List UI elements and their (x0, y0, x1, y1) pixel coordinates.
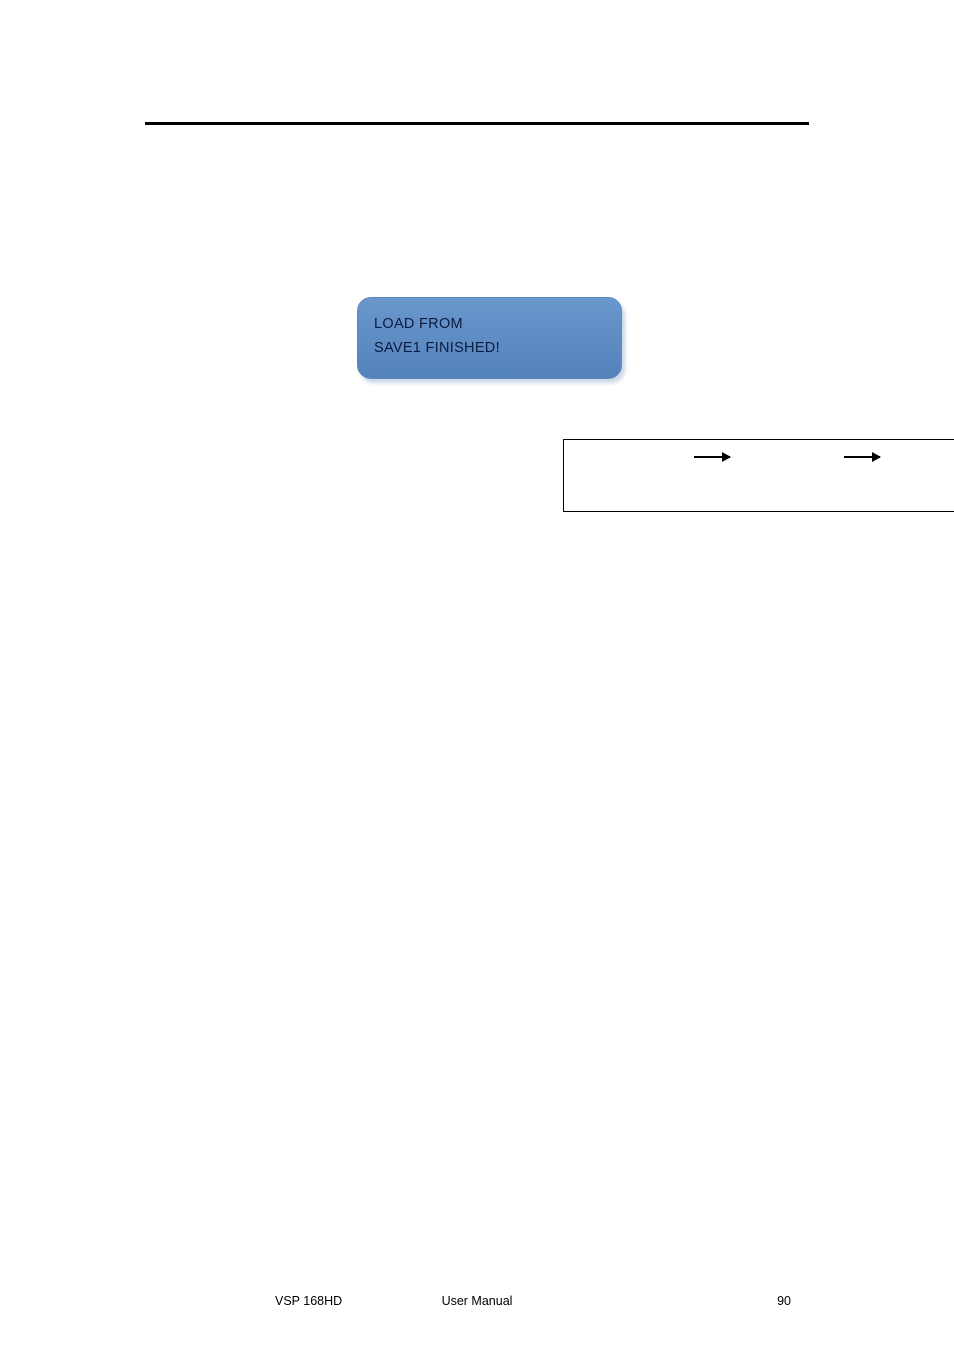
footer-page-number: 90 (777, 1294, 791, 1308)
page-footer: VSP 168HD User Manual 90 (145, 1294, 809, 1308)
lcd-line-2: SAVE1 FINISHED! (374, 336, 605, 360)
arrow-right-icon (694, 456, 730, 458)
footer-product: VSP 168HD (275, 1294, 342, 1308)
header-spacer (145, 70, 809, 122)
arrow-right-icon (844, 456, 880, 458)
nav-flow-box (563, 439, 954, 512)
footer-title: User Manual (442, 1294, 513, 1308)
header-divider (145, 122, 809, 125)
lcd-panel: LOAD FROM SAVE1 FINISHED! (357, 297, 622, 379)
lcd-line-1: LOAD FROM (374, 312, 605, 336)
